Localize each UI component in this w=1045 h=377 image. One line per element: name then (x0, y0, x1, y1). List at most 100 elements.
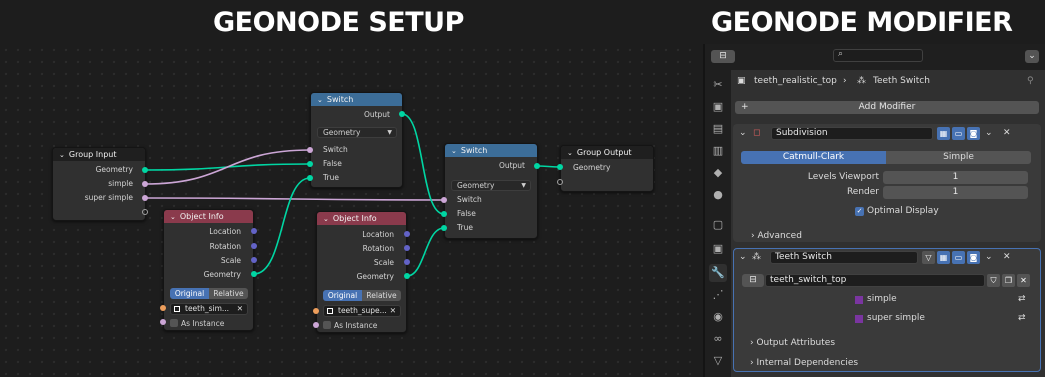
object-field[interactable]: teeth_supe... ✕ (323, 305, 401, 317)
particles-tab-icon[interactable]: ⋰ (709, 286, 727, 304)
transform-space-toggle[interactable]: Original Relative (323, 290, 401, 301)
socket-output-rotation[interactable] (251, 243, 257, 249)
editor-type-button[interactable]: ⊟ (711, 50, 735, 63)
socket-output-geometry[interactable] (251, 271, 257, 277)
modifier-name-field[interactable]: Subdivision (771, 127, 933, 140)
options-dropdown[interactable]: ⌄ (1025, 50, 1039, 63)
socket-output[interactable] (399, 111, 405, 117)
chevron-down-icon[interactable]: ⌄ (317, 96, 323, 104)
relative-option[interactable]: Relative (209, 288, 248, 299)
relative-option[interactable]: Relative (362, 290, 401, 301)
on-cage-icon[interactable]: ▽ (922, 251, 935, 264)
checkmark-icon[interactable]: ✓ (855, 207, 864, 216)
properties-panel[interactable]: ⊟ ⌕ ⌄ ✂ ▣ ▤ ▥ ◆ ● ▢ ▣ 🔧 ⋰ ◉ ∞ ▽ ▣ teeth_… (703, 44, 1045, 377)
socket-output-location[interactable] (251, 228, 257, 234)
render-camera-icon[interactable]: ◙ (967, 127, 980, 140)
chevron-down-icon[interactable]: ⌄ (985, 127, 993, 139)
render-levels-field[interactable]: 1 (883, 186, 1028, 199)
tool-tab-icon[interactable]: ✂ (709, 76, 727, 94)
node-header[interactable]: ⌄ Group Input (53, 148, 145, 161)
chevron-down-icon[interactable]: ⌄ (739, 251, 747, 263)
socket-output-geometry[interactable] (404, 273, 410, 279)
add-modifier-button[interactable]: + Add Modifier (735, 101, 1039, 114)
original-option[interactable]: Original (323, 290, 362, 301)
fake-user-shield-icon[interactable]: ⛉ (987, 274, 1000, 287)
socket-output-super-simple[interactable] (142, 195, 148, 201)
advanced-subpanel[interactable]: › Advanced (751, 230, 802, 242)
close-icon[interactable]: ✕ (1003, 127, 1011, 139)
constraints-tab-icon[interactable]: ∞ (709, 330, 727, 348)
render-camera-icon[interactable]: ◙ (967, 251, 980, 264)
socket-input-true[interactable] (307, 175, 313, 181)
object-field[interactable]: teeth_sim... ✕ (170, 303, 248, 315)
data-tab-icon[interactable]: ▽ (709, 352, 727, 370)
output-tab-icon[interactable]: ▤ (709, 120, 727, 138)
socket-input-switch[interactable] (307, 147, 313, 153)
scene-tab-icon[interactable]: ◆ (709, 164, 727, 182)
socket-output-geometry[interactable] (142, 167, 148, 173)
node-header[interactable]: ⌄ Group Output (561, 146, 653, 159)
socket-input-false[interactable] (441, 211, 447, 217)
socket-output-location[interactable] (404, 231, 410, 237)
checkbox-icon[interactable] (323, 321, 331, 329)
catmull-clark-option[interactable]: Catmull-Clark (741, 151, 886, 164)
as-instance-checkbox[interactable]: As Instance (323, 321, 377, 330)
chevron-down-icon[interactable]: ⌄ (451, 147, 457, 155)
clear-icon[interactable]: ✕ (237, 304, 243, 314)
chevron-down-icon[interactable]: ⌄ (59, 151, 65, 159)
socket-output-simple[interactable] (142, 181, 148, 187)
group-output-node[interactable]: ⌄ Group Output Geometry (560, 145, 654, 192)
clear-icon[interactable]: ✕ (390, 306, 396, 316)
node-header[interactable]: ⌄ Object Info (164, 210, 253, 223)
socket-input-as-instance[interactable] (313, 322, 319, 328)
unlink-icon[interactable]: ✕ (1017, 274, 1030, 287)
physics-tab-icon[interactable]: ◉ (709, 308, 727, 326)
switch-node-b[interactable]: ⌄ Switch Output Geometry ▼ Switch False Tr… (444, 143, 538, 239)
socket-output[interactable] (534, 163, 540, 169)
world-tab-icon[interactable]: ● (709, 186, 727, 204)
object-tab-icon[interactable]: ▣ (709, 240, 727, 258)
as-instance-checkbox[interactable]: As Instance (170, 319, 224, 328)
group-input-node[interactable]: ⌄ Group Input Geometry simple super simpl… (52, 147, 146, 221)
optimal-display-checkbox[interactable]: ✓ Optimal Display (855, 205, 939, 217)
simple-option[interactable]: Simple (886, 151, 1031, 164)
collection-tab-icon[interactable]: ▢ (709, 216, 727, 234)
levels-viewport-field[interactable]: 1 (883, 171, 1028, 184)
node-header[interactable]: ⌄ Object Info (317, 212, 406, 225)
attribute-toggle-icon[interactable]: ⇄ (1018, 293, 1026, 305)
node-header[interactable]: ⌄ Switch (311, 93, 402, 106)
original-option[interactable]: Original (170, 288, 209, 299)
view-layer-tab-icon[interactable]: ▥ (709, 142, 727, 160)
transform-space-toggle[interactable]: Original Relative (170, 288, 248, 299)
chevron-down-icon[interactable]: ⌄ (985, 251, 993, 263)
edit-mode-icon[interactable]: ▦ (937, 127, 950, 140)
socket-input-object[interactable] (313, 308, 319, 314)
viewport-display-icon[interactable]: ▭ (952, 251, 965, 264)
pin-icon[interactable]: ⚲ (1027, 75, 1034, 87)
socket-output-rotation[interactable] (404, 245, 410, 251)
subdivision-type-toggle[interactable]: Catmull-Clark Simple (741, 151, 1031, 164)
object-info-node-a[interactable]: ⌄ Object Info Location Rotation Scale Geo… (163, 209, 254, 331)
modifier-wrench-icon[interactable]: 🔧 (709, 264, 727, 282)
socket-input-switch[interactable] (441, 197, 447, 203)
search-input[interactable]: ⌕ (833, 49, 923, 62)
switch-node-a[interactable]: ⌄ Switch Output Geometry ▼ Switch False Tr… (310, 92, 403, 188)
socket-output-empty[interactable] (142, 209, 148, 215)
socket-input-object[interactable] (160, 305, 166, 311)
socket-output-scale[interactable] (251, 257, 257, 263)
render-tab-icon[interactable]: ▣ (709, 98, 727, 116)
output-attributes-subpanel[interactable]: › Output Attributes (750, 337, 835, 349)
duplicate-icon[interactable]: ❐ (1002, 274, 1015, 287)
type-dropdown[interactable]: Geometry ▼ (451, 180, 531, 191)
socket-input-empty[interactable] (557, 179, 563, 185)
socket-input-as-instance[interactable] (160, 319, 166, 325)
attribute-toggle-icon[interactable]: ⇄ (1018, 312, 1026, 324)
socket-input-false[interactable] (307, 161, 313, 167)
node-group-browse-button[interactable]: ⊟ (742, 274, 764, 287)
node-header[interactable]: ⌄ Switch (445, 144, 537, 157)
chevron-down-icon[interactable]: ⌄ (323, 215, 329, 223)
socket-output-scale[interactable] (404, 259, 410, 265)
chevron-down-icon[interactable]: ⌄ (170, 213, 176, 221)
close-icon[interactable]: ✕ (1003, 251, 1011, 263)
viewport-display-icon[interactable]: ▭ (952, 127, 965, 140)
